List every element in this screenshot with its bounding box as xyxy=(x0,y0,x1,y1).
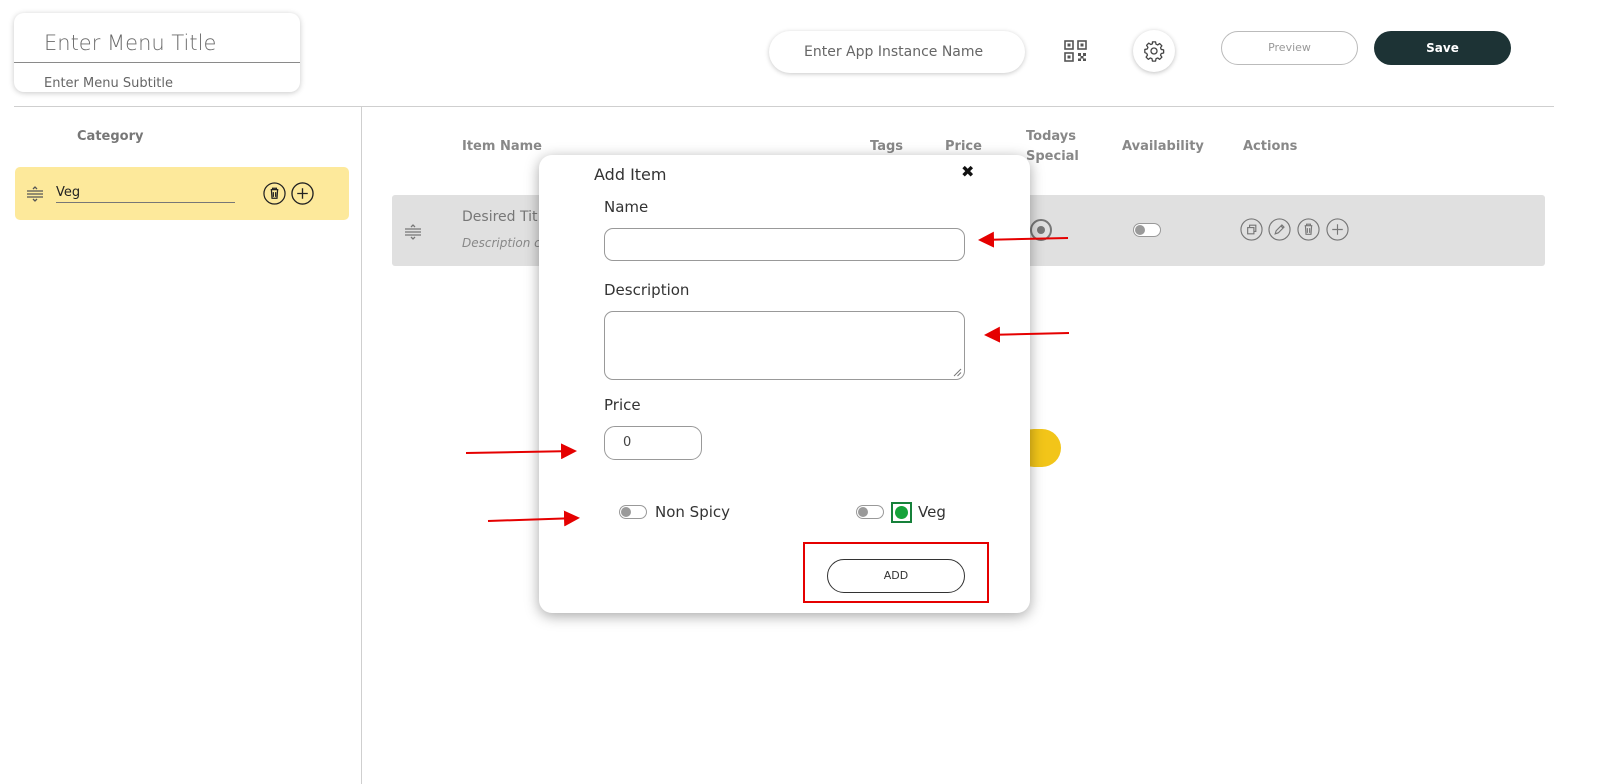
veg-symbol-icon xyxy=(891,502,912,523)
availability-toggle[interactable] xyxy=(1133,223,1161,237)
spicy-label: Non Spicy xyxy=(655,503,731,521)
plus-icon[interactable] xyxy=(291,182,314,209)
save-button[interactable]: Save xyxy=(1374,31,1511,65)
preview-button[interactable]: Preview xyxy=(1221,31,1358,65)
menu-title-input[interactable]: Enter Menu Title xyxy=(44,31,216,55)
item-title: Desired Tit xyxy=(462,209,538,225)
veg-label: Veg xyxy=(918,503,946,521)
duplicate-icon[interactable] xyxy=(1240,218,1263,245)
plus-icon[interactable] xyxy=(1326,218,1349,245)
qr-code-icon[interactable] xyxy=(1064,40,1088,62)
settings-button[interactable] xyxy=(1133,30,1175,72)
column-header-item-name: Item Name xyxy=(462,139,542,154)
price-label: Price xyxy=(604,396,641,414)
column-header-todays-special: Todays Special xyxy=(1026,127,1079,167)
modal-title: Add Item xyxy=(594,165,667,184)
spicy-toggle[interactable] xyxy=(619,505,647,519)
veg-toggle[interactable] xyxy=(856,505,884,519)
menu-subtitle-input[interactable]: Enter Menu Subtitle xyxy=(44,76,173,91)
highlight-box xyxy=(803,542,989,603)
drag-handle-icon[interactable] xyxy=(404,224,422,244)
category-name-input[interactable]: Veg xyxy=(56,185,235,203)
drag-handle-icon[interactable] xyxy=(26,186,44,206)
sidebar-divider xyxy=(361,107,362,784)
trash-icon[interactable] xyxy=(263,182,286,209)
price-input[interactable]: 0 xyxy=(604,426,702,460)
resize-handle-icon[interactable] xyxy=(953,368,962,377)
menu-title-card: Enter Menu Title Enter Menu Subtitle xyxy=(14,13,300,92)
column-header-todays: Todays xyxy=(1026,129,1076,144)
column-header-availability: Availability xyxy=(1122,139,1204,154)
item-description: Description c xyxy=(462,236,541,250)
todays-special-radio[interactable] xyxy=(1030,219,1052,241)
column-header-special: Special xyxy=(1026,149,1079,164)
close-icon[interactable]: ✖ xyxy=(961,162,974,181)
divider xyxy=(14,62,300,63)
header-divider xyxy=(14,106,1554,107)
edit-icon[interactable] xyxy=(1268,218,1291,245)
column-header-tags: Tags xyxy=(870,139,904,154)
gear-icon xyxy=(1144,41,1165,62)
category-heading: Category xyxy=(77,129,144,144)
name-input[interactable] xyxy=(604,228,965,261)
description-label: Description xyxy=(604,281,690,299)
column-header-actions: Actions xyxy=(1243,139,1298,154)
app-instance-input[interactable]: Enter App Instance Name xyxy=(769,31,1025,73)
column-header-price: Price xyxy=(945,139,982,154)
category-item-veg[interactable]: Veg xyxy=(15,167,349,220)
name-label: Name xyxy=(604,198,649,216)
trash-icon[interactable] xyxy=(1297,218,1320,245)
description-textarea[interactable] xyxy=(604,311,965,380)
